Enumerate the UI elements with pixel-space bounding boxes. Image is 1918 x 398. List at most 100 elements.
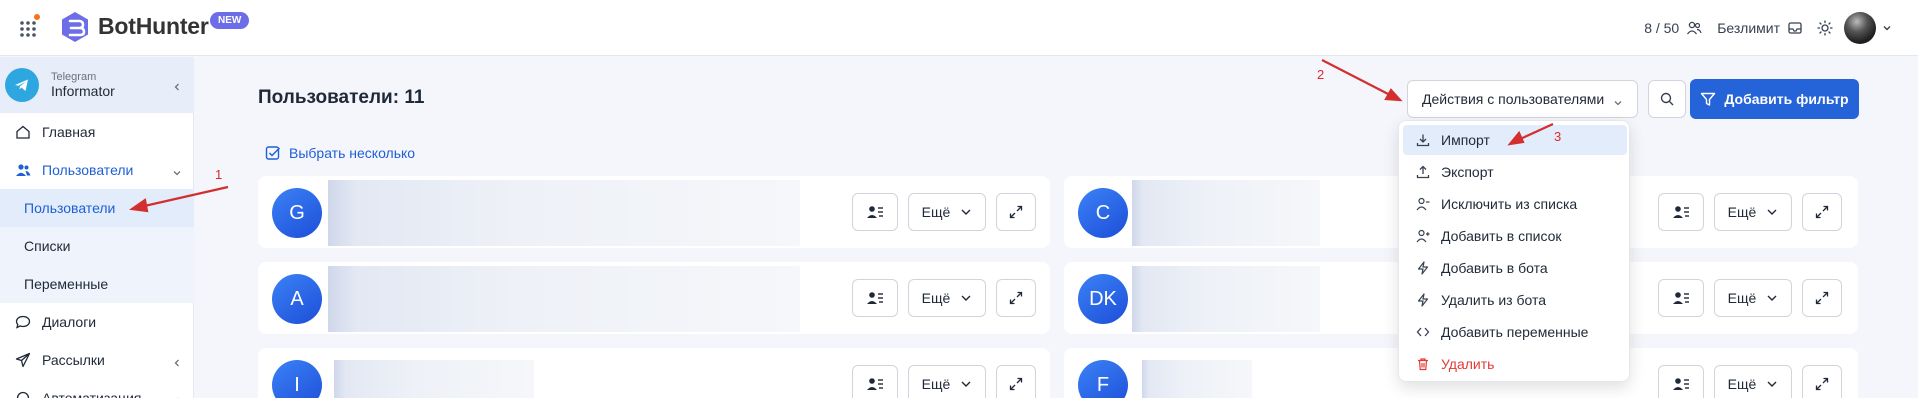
menu-item-add-variables[interactable]: Добавить переменные [1403, 317, 1627, 347]
menu-item-exclude-from-list[interactable]: Исключить из списка [1403, 189, 1627, 219]
redacted-user-info [1132, 266, 1320, 332]
avatar[interactable] [1844, 12, 1876, 44]
sun-icon[interactable] [1816, 19, 1834, 37]
menu-item-import[interactable]: Импорт [1403, 125, 1627, 155]
user-profile-button[interactable] [1658, 365, 1704, 398]
add-filter-label: Добавить фильтр [1724, 91, 1849, 107]
expand-button[interactable] [996, 193, 1036, 231]
user-card-icon [867, 378, 883, 390]
more-dropdown[interactable]: Ещё [1714, 193, 1792, 231]
user-profile-button[interactable] [1658, 279, 1704, 317]
sidebar-item-label: Списки [24, 238, 71, 254]
more-dropdown[interactable]: Ещё [908, 193, 986, 231]
more-dropdown[interactable]: Ещё [908, 279, 986, 317]
search-icon [1660, 92, 1674, 106]
sidebar-subitem-users[interactable]: Пользователи [0, 189, 194, 227]
checkbox-icon [265, 146, 281, 160]
sidebar-item-label: Переменные [24, 276, 109, 292]
sidebar-item-automation[interactable]: Автоматизация [0, 379, 194, 398]
menu-item-add-to-list[interactable]: Добавить в список [1403, 221, 1627, 251]
user-card[interactable]: G Ещё [258, 176, 1050, 248]
avatar: F [1078, 360, 1128, 398]
sidebar-item-label: Рассылки [42, 352, 105, 368]
menu-item-label: Импорт [1441, 132, 1490, 148]
expand-button[interactable] [996, 279, 1036, 317]
menu-item-remove-from-bot[interactable]: Удалить из бота [1403, 285, 1627, 315]
more-dropdown[interactable]: Ещё [1714, 279, 1792, 317]
user-card-icon [1673, 206, 1689, 218]
account-name: Informator [51, 83, 115, 100]
logo-icon[interactable] [58, 10, 92, 44]
brand-name[interactable]: BotHunter [98, 13, 209, 40]
menu-item-label: Удалить [1441, 356, 1495, 372]
sidebar-item-mailings[interactable]: Рассылки [0, 341, 194, 379]
more-label: Ещё [1727, 290, 1757, 306]
expand-button[interactable] [1802, 193, 1842, 231]
menu-item-label: Добавить в список [1441, 228, 1562, 244]
redacted-user-info [328, 180, 800, 246]
more-label: Ещё [921, 204, 951, 220]
chevron-down-icon [1766, 204, 1778, 220]
expand-button[interactable] [996, 365, 1036, 398]
sidebar-subitem-variables[interactable]: Переменные [0, 265, 194, 303]
menu-item-label: Добавить переменные [1441, 324, 1589, 340]
usage-counter: 8 / 50 [1644, 20, 1680, 36]
menu-item-export[interactable]: Экспорт [1403, 157, 1627, 187]
avatar: A [272, 274, 322, 324]
user-profile-button[interactable] [852, 193, 898, 231]
select-multiple-link[interactable]: Выбрать несколько [265, 145, 415, 161]
search-button[interactable] [1648, 80, 1686, 118]
expand-button[interactable] [1802, 279, 1842, 317]
user-card-icon [1673, 292, 1689, 304]
account-switcher[interactable]: Telegram Informator [0, 57, 194, 113]
menu-item-delete[interactable]: Удалить [1403, 349, 1627, 379]
notification-dot [32, 12, 42, 22]
chevron-left-icon[interactable] [172, 79, 182, 91]
more-dropdown[interactable]: Ещё [1714, 365, 1792, 398]
expand-icon [1815, 205, 1829, 219]
user-card[interactable]: I Ещё [258, 348, 1050, 398]
expand-icon [1815, 291, 1829, 305]
chat-icon [14, 313, 32, 331]
chevron-down-icon [172, 165, 182, 176]
user-profile-button[interactable] [852, 365, 898, 398]
user-profile-button[interactable] [1658, 193, 1704, 231]
expand-button[interactable] [1802, 365, 1842, 398]
inbox-icon[interactable] [1786, 19, 1804, 37]
users-icon [14, 161, 32, 179]
chevron-down-icon [1766, 376, 1778, 392]
chevron-down-icon [960, 204, 972, 220]
sidebar-subitem-lists[interactable]: Списки [0, 227, 194, 265]
chevron-down-icon [960, 376, 972, 392]
user-profile-button[interactable] [852, 279, 898, 317]
sidebar-item-users[interactable]: Пользователи [0, 151, 194, 189]
chevron-left-icon [172, 355, 182, 367]
menu-item-label: Добавить в бота [1441, 260, 1548, 276]
new-badge: NEW [210, 12, 250, 29]
page-title: Пользователи: 11 [258, 87, 425, 108]
user-card-icon [1673, 378, 1689, 390]
avatar: G [272, 188, 322, 238]
menu-item-label: Удалить из бота [1441, 292, 1547, 308]
more-dropdown[interactable]: Ещё [908, 365, 986, 398]
sidebar-item-home[interactable]: Главная [0, 113, 194, 151]
more-label: Ещё [1727, 204, 1757, 220]
expand-icon [1009, 205, 1023, 219]
add-filter-button[interactable]: Добавить фильтр [1690, 79, 1859, 119]
menu-item-add-to-bot[interactable]: Добавить в бота [1403, 253, 1627, 283]
user-card[interactable]: A Ещё [258, 262, 1050, 334]
automation-icon [14, 389, 32, 398]
code-icon [1415, 324, 1431, 340]
sidebar-item-label: Пользователи [24, 200, 116, 216]
sidebar-item-dialogs[interactable]: Диалоги [0, 303, 194, 341]
apps-grid-icon[interactable] [17, 12, 42, 39]
user-actions-label: Действия с пользователями [1422, 91, 1605, 107]
sidebar-item-label: Диалоги [42, 314, 97, 330]
chevron-down-icon[interactable] [1882, 23, 1892, 33]
menu-item-label: Экспорт [1441, 164, 1494, 180]
more-label: Ещё [1727, 376, 1757, 392]
plan-label: Безлимит [1717, 20, 1780, 36]
user-actions-dropdown[interactable]: Действия с пользователями [1407, 80, 1638, 118]
send-icon [14, 351, 32, 369]
bolt-off-icon [1415, 292, 1431, 308]
